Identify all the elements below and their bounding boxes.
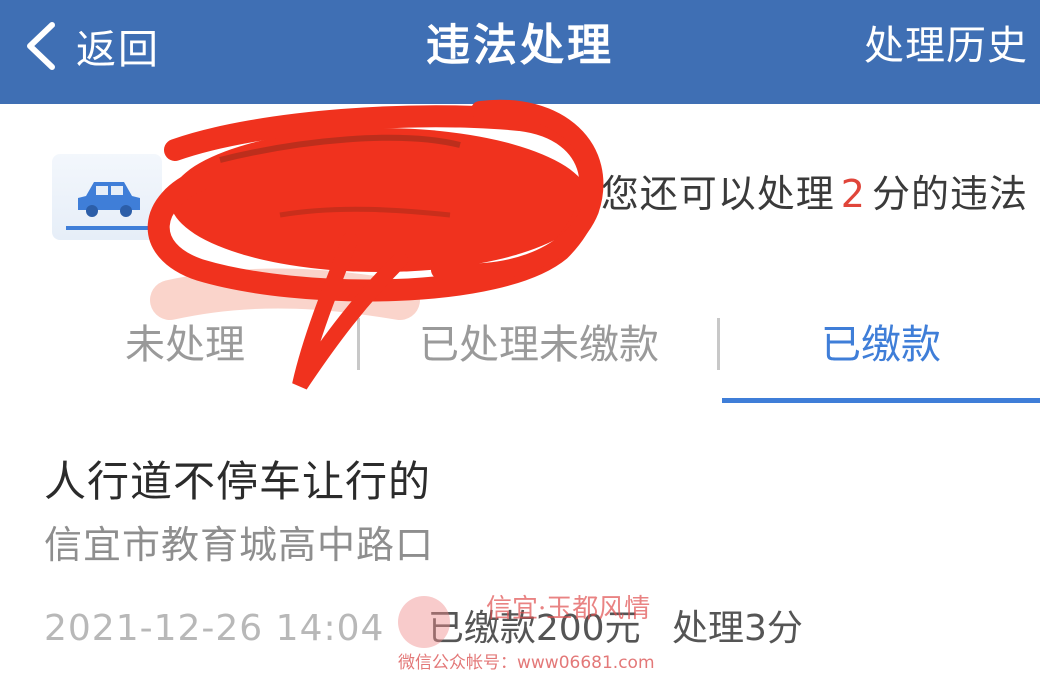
active-tab-indicator [722, 398, 1040, 403]
remaining-prefix: 您还可以处理 [600, 172, 835, 216]
tab-bar: 未处理 已处理未缴款 已缴款 [0, 290, 1040, 403]
penalty-points: 处理3分 [672, 608, 803, 649]
tab-divider [717, 318, 720, 370]
tab-paid[interactable]: 已缴款 [722, 290, 1040, 400]
info-row: 您还可以处理 2 分的违法 [0, 104, 1040, 284]
tab-unprocessed[interactable]: 未处理 [20, 290, 350, 400]
tab-divider [357, 318, 360, 370]
watermark-logo-icon [398, 596, 450, 648]
remaining-points-text: 您还可以处理 2 分的违法 [601, 164, 1028, 224]
badge-underline [66, 226, 162, 230]
car-icon [78, 182, 140, 217]
watermark-caption: 微信公众帐号：www06681.com [398, 653, 655, 673]
history-button[interactable]: 处理历史 [864, 14, 1028, 78]
violation-record[interactable]: 人行道不停车让行的 信宜市教育城高中路口 2021-12-26 14:04 已缴… [0, 410, 1040, 683]
violation-title: 人行道不停车让行的 [44, 457, 432, 506]
header-bar: 返回 违法处理 处理历史 [0, 0, 1040, 104]
tab-processed-unpaid[interactable]: 已处理未缴款 [362, 290, 716, 400]
remaining-points-value: 2 [840, 172, 866, 216]
watermark-brand: 信宜·玉都风情 [486, 594, 651, 624]
violation-location: 信宜市教育城高中路口 [44, 523, 435, 567]
violation-time: 2021-12-26 14:04 [44, 608, 385, 649]
remaining-suffix: 分的违法 [871, 172, 1028, 216]
